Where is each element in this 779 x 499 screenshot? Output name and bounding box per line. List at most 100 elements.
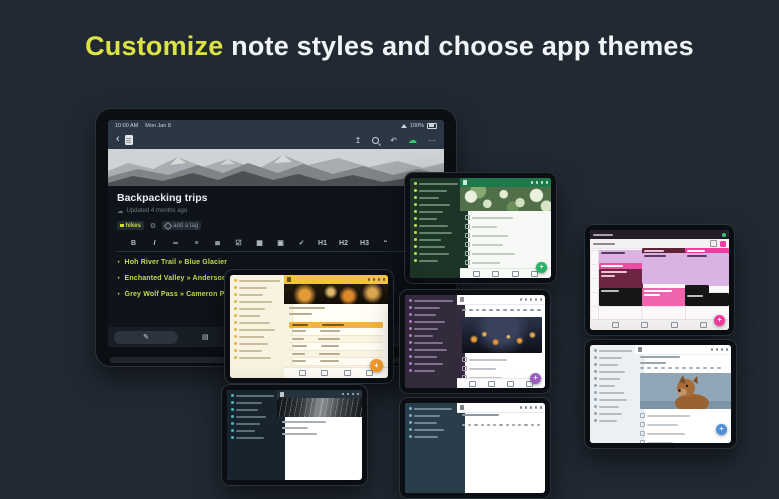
skeleton-row: [414, 196, 464, 199]
calendar-grid: [590, 248, 729, 320]
skeleton-row: [409, 306, 461, 309]
numbered-list-icon[interactable]: ≣: [207, 239, 228, 247]
skeleton-row: [414, 252, 464, 255]
skeleton-bar: [236, 423, 260, 425]
tag-chip[interactable]: hikes: [117, 221, 144, 230]
skeleton-bar: [236, 416, 266, 418]
skeleton-row: [282, 427, 357, 429]
skeleton-bar: [414, 342, 443, 344]
sync-cloud-icon[interactable]: ☁: [408, 135, 417, 146]
skeleton-bar: [292, 324, 308, 326]
skeleton-bar: [239, 336, 264, 338]
skeleton-bar: [414, 370, 435, 372]
note-title[interactable]: Backpacking trips: [117, 192, 435, 204]
skeleton-row: [640, 362, 726, 364]
skeleton-bar: [414, 422, 437, 424]
text-mode-button[interactable]: ▤: [202, 333, 209, 341]
search-icon[interactable]: [372, 137, 379, 144]
skeleton-bar: [647, 442, 673, 444]
skeleton-row: [414, 231, 464, 234]
undo-icon[interactable]: ↶: [390, 136, 397, 145]
back-button[interactable]: ‹: [116, 134, 120, 145]
nav-bar: ‹ ↥ ↶ ☁ ⋯: [108, 131, 444, 149]
skeleton-bar: [647, 415, 690, 417]
purple-format-toolbar: [462, 309, 541, 311]
skeleton-bar: [472, 235, 508, 237]
image-icon[interactable]: ▣: [270, 239, 291, 247]
heading-2-icon[interactable]: H2: [333, 240, 354, 247]
skeleton-bar: [419, 204, 450, 206]
city-night-photo: [462, 317, 542, 353]
skeleton-row: [231, 408, 281, 411]
skeleton-row: [465, 242, 547, 247]
italic-icon[interactable]: I: [144, 240, 165, 247]
purple-add-note-fab: +: [530, 373, 541, 384]
skeleton-bar: [472, 226, 497, 228]
skeleton-bar: [282, 433, 317, 435]
skeleton-bar: [236, 409, 258, 411]
skeleton-bar: [236, 395, 274, 397]
skeleton-bar: [599, 413, 622, 415]
skeleton-bar: [239, 301, 272, 303]
note-link[interactable]: ‣Hoh River Trail » Blue Glacier: [117, 259, 435, 266]
table-icon[interactable]: ▦: [249, 239, 270, 247]
checkmark-icon[interactable]: ✓: [291, 239, 312, 247]
skeleton-bar: [469, 368, 496, 370]
skeleton-row: [594, 384, 639, 387]
skeleton-row: [465, 224, 547, 229]
checkbox-icon[interactable]: ☑: [228, 239, 249, 247]
guitar-photo: [277, 398, 362, 417]
sync-status-icon: ☁: [117, 207, 124, 215]
skeleton-bar: [599, 399, 627, 401]
skeleton-row: [231, 422, 281, 425]
skeleton-bar: [593, 243, 615, 245]
status-time: 10:00 AM: [115, 123, 138, 129]
teal-appbar-icons: [342, 393, 360, 396]
skeleton-row: [462, 357, 541, 362]
skeleton-bar: [419, 232, 452, 234]
skeleton-bar: [599, 350, 632, 352]
skeleton-bar: [239, 280, 280, 282]
skeleton-bar: [239, 294, 263, 296]
skeleton-row: [594, 377, 639, 380]
bold-icon[interactable]: B: [123, 240, 144, 247]
skeleton-row: [409, 348, 461, 351]
quote-icon[interactable]: “: [375, 240, 396, 247]
skeleton-row: [231, 401, 281, 404]
gear-icon[interactable]: ⚙: [150, 222, 156, 230]
skeleton-row: [640, 413, 726, 418]
skeleton-bar: [599, 364, 618, 366]
heading-1-icon[interactable]: H1: [312, 240, 333, 247]
more-menu-icon[interactable]: ⋯: [428, 136, 436, 145]
status-bar: 10:00 AM Mon Jan 8 100%: [108, 120, 444, 131]
mountain-photo: [108, 149, 444, 186]
slate-note-title-skeleton: [462, 414, 540, 420]
bullet-icon: ‣: [117, 291, 121, 298]
calendar-topbar: [590, 230, 729, 239]
skeleton-row: [282, 421, 357, 423]
green-content: +: [460, 178, 551, 278]
skeleton-bar: [239, 350, 262, 352]
skeleton-bar: [472, 253, 515, 255]
heading-3-icon[interactable]: H3: [354, 240, 375, 247]
bullet-list-icon[interactable]: ≡: [186, 240, 207, 247]
draw-mode-button[interactable]: ✎: [114, 331, 178, 344]
export-icon[interactable]: ↥: [355, 136, 362, 145]
yellow-appbar: [284, 275, 388, 284]
slate-appbar: [457, 403, 545, 413]
skeleton-bar: [239, 308, 265, 310]
add-tag-button[interactable]: add a tag: [162, 221, 201, 230]
skeleton-bar: [289, 307, 325, 309]
skeleton-bar: [640, 356, 680, 358]
skeleton-row: [234, 342, 288, 345]
skeleton-bar: [419, 183, 458, 185]
teal-content: [277, 390, 362, 480]
link-icon[interactable]: ∞: [165, 240, 186, 247]
skeleton-row: [640, 431, 726, 436]
skeleton-row: [409, 421, 461, 424]
teal-note-skeleton: [282, 421, 357, 439]
skeleton-bar: [472, 244, 503, 246]
pen-icon: ✎: [143, 333, 149, 341]
skeleton-bar: [414, 415, 440, 417]
skeleton-bar: [472, 262, 500, 264]
